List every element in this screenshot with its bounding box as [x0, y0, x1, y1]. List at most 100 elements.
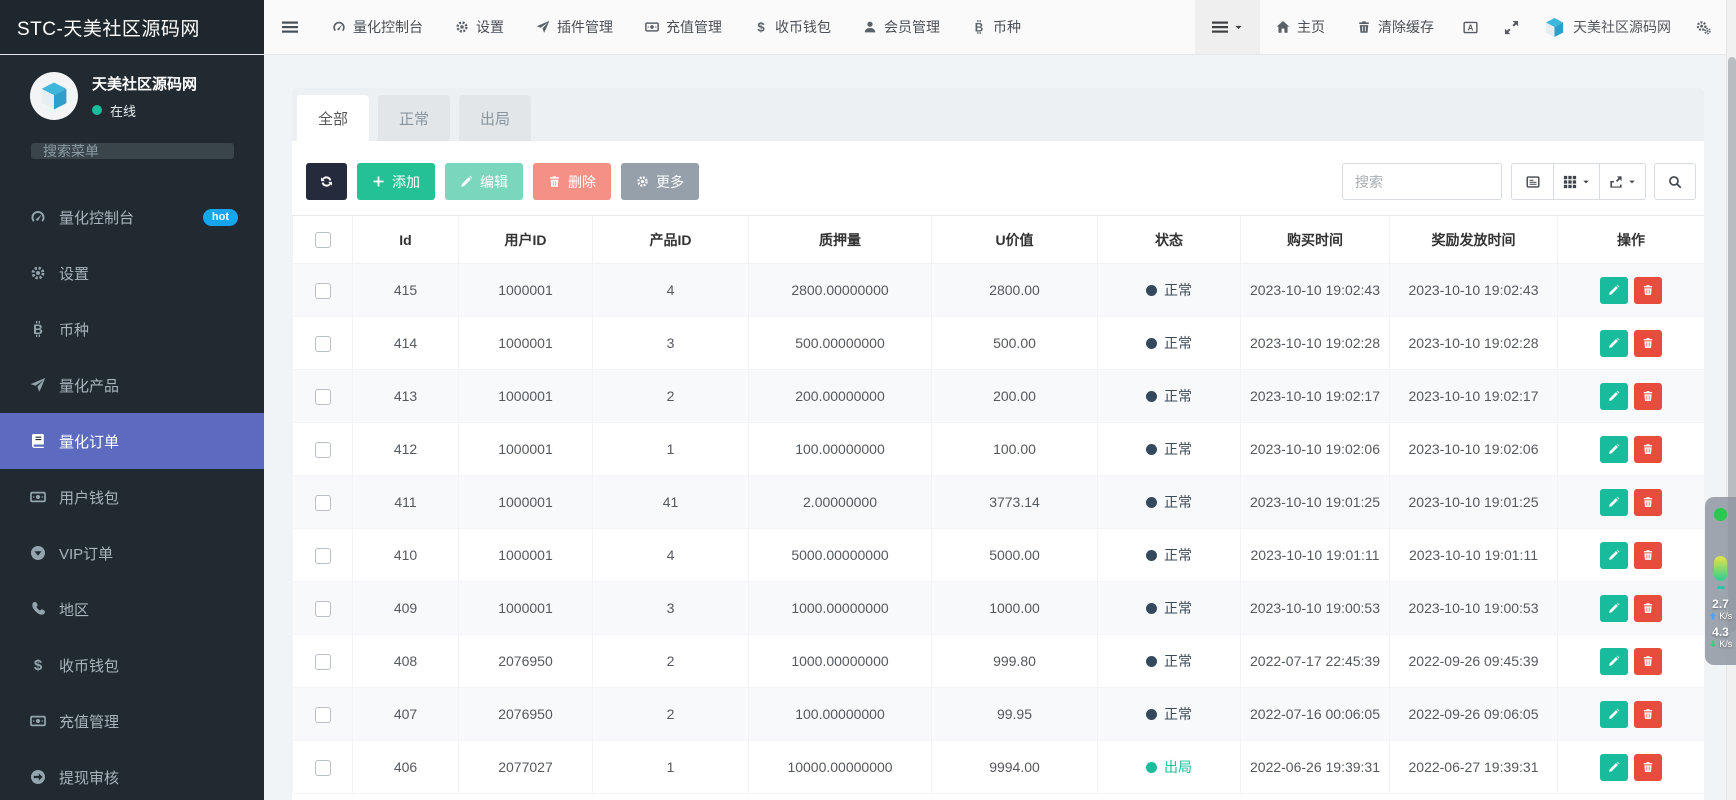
sidebar-menu-item[interactable]: 提现审核 [0, 749, 264, 800]
sidebar-menu-item[interactable]: 设置 [0, 245, 264, 301]
refresh-icon [320, 175, 333, 188]
export-button[interactable] [1599, 163, 1646, 200]
top-menu-item[interactable]: 会员管理 [847, 0, 956, 54]
advanced-search-button[interactable] [1654, 163, 1696, 200]
avatar[interactable] [30, 72, 78, 120]
row-checkbox[interactable] [315, 336, 331, 352]
row-edit-button[interactable] [1600, 330, 1628, 357]
row-delete-button[interactable] [1634, 648, 1662, 675]
sidebar-menu-item[interactable]: VIP订单 [0, 525, 264, 581]
settings-button[interactable] [1683, 0, 1724, 54]
user-site-menu[interactable]: 天美社区源码网 [1532, 0, 1683, 54]
language-button[interactable] [1450, 0, 1491, 54]
top-menu-item[interactable]: 充值管理 [629, 0, 738, 54]
row-delete-button[interactable] [1634, 701, 1662, 728]
cell-user-id: 2077027 [459, 741, 593, 794]
cell-actions [1558, 317, 1705, 370]
row-checkbox[interactable] [315, 654, 331, 670]
row-edit-button[interactable] [1600, 489, 1628, 516]
toggle-view-button[interactable] [1511, 163, 1553, 200]
sidebar-menu-item[interactable]: 用户钱包 [0, 469, 264, 525]
main-content: 全部 正常 出局 添加 [264, 55, 1736, 800]
row-checkbox[interactable] [315, 760, 331, 776]
row-checkbox[interactable] [315, 601, 331, 617]
sidebar-menu-item[interactable]: 充值管理 [0, 693, 264, 749]
sidebar-item-label: 量化产品 [59, 375, 119, 396]
row-edit-button[interactable] [1600, 383, 1628, 410]
trash-icon [1642, 761, 1654, 773]
menu-search-input[interactable] [43, 143, 224, 159]
sidebar-menu-item[interactable]: 地区 [0, 581, 264, 637]
user-panel: 天美社区源码网 在线 [0, 55, 264, 126]
cell-id: 406 [353, 741, 459, 794]
edit-button[interactable]: 编辑 [445, 163, 523, 200]
row-edit-button[interactable] [1600, 701, 1628, 728]
top-menu-item[interactable]: 币种 [956, 0, 1037, 54]
top-navbar: STC-天美社区源码网 量化控制台 设置 插件管理 充值管理 [0, 0, 1736, 55]
cell-product-id: 1 [593, 741, 749, 794]
sidebar-menu-item[interactable]: 量化控制台 hot [0, 189, 264, 245]
row-select-cell [293, 582, 353, 635]
row-delete-button[interactable] [1634, 489, 1662, 516]
row-edit-button[interactable] [1600, 648, 1628, 675]
filter-tab[interactable]: 正常 [378, 95, 450, 141]
top-menu-item[interactable]: 收币钱包 [738, 0, 847, 54]
select-all-checkbox[interactable] [315, 232, 331, 248]
more-button[interactable]: 更多 [621, 163, 699, 200]
refresh-button[interactable] [306, 163, 347, 200]
sidebar-toggle-button[interactable] [264, 0, 316, 54]
column-header: U价值 [932, 216, 1098, 264]
cell-buy-time: 2022-07-17 22:45:39 [1241, 635, 1390, 688]
status-label: 正常 [1164, 600, 1192, 616]
menu-item-icon [455, 20, 469, 34]
trash-icon [1642, 655, 1654, 667]
row-delete-button[interactable] [1634, 277, 1662, 304]
row-checkbox[interactable] [315, 495, 331, 511]
row-checkbox[interactable] [315, 548, 331, 564]
top-menu-item[interactable]: 量化控制台 [316, 0, 439, 54]
row-checkbox[interactable] [315, 283, 331, 299]
sidebar-menu-item[interactable]: 收币钱包 [0, 637, 264, 693]
scrollbar-track[interactable] [1726, 0, 1736, 800]
top-menu-item[interactable]: 插件管理 [520, 0, 629, 54]
row-edit-button[interactable] [1600, 436, 1628, 463]
row-delete-button[interactable] [1634, 383, 1662, 410]
menu-dropdown-toggle[interactable] [1195, 0, 1260, 54]
sidebar-item-icon [30, 265, 46, 281]
home-link[interactable]: 主页 [1260, 0, 1341, 54]
add-label: 添加 [392, 172, 420, 192]
row-checkbox[interactable] [315, 389, 331, 405]
row-edit-button[interactable] [1600, 277, 1628, 304]
row-delete-button[interactable] [1634, 595, 1662, 622]
cell-stake: 2800.00000000 [749, 264, 932, 317]
filter-tab[interactable]: 全部 [297, 95, 369, 141]
add-button[interactable]: 添加 [357, 163, 435, 200]
cell-actions [1558, 529, 1705, 582]
table-row: 410 1000001 4 5000.00000000 5000.00 正常 2… [293, 529, 1705, 582]
row-edit-button[interactable] [1600, 754, 1628, 781]
row-edit-button[interactable] [1600, 595, 1628, 622]
row-delete-button[interactable] [1634, 754, 1662, 781]
row-edit-button[interactable] [1600, 542, 1628, 569]
row-delete-button[interactable] [1634, 330, 1662, 357]
top-menu-item[interactable]: 设置 [439, 0, 520, 54]
filter-tab[interactable]: 出局 [459, 95, 531, 141]
delete-button[interactable]: 删除 [533, 163, 611, 200]
table-search-input[interactable] [1342, 163, 1502, 200]
row-checkbox[interactable] [315, 442, 331, 458]
row-select-cell [293, 529, 353, 582]
clear-cache-button[interactable]: 清除缓存 [1341, 0, 1450, 54]
sidebar-menu-item[interactable]: 量化产品 [0, 357, 264, 413]
sidebar: 天美社区源码网 在线 量化控制台 hot 设 [0, 55, 264, 800]
columns-button[interactable] [1553, 163, 1599, 200]
fullscreen-button[interactable] [1491, 0, 1532, 54]
sidebar-menu-item[interactable]: 量化订单 [0, 413, 264, 469]
status-dot [1146, 550, 1157, 561]
sidebar-menu-item[interactable]: 币种 [0, 301, 264, 357]
row-delete-button[interactable] [1634, 436, 1662, 463]
sidebar-item-label: 量化控制台 [59, 207, 134, 228]
row-checkbox[interactable] [315, 707, 331, 723]
cell-buy-time: 2023-10-10 19:01:11 [1241, 529, 1390, 582]
status-dot [1146, 391, 1157, 402]
row-delete-button[interactable] [1634, 542, 1662, 569]
